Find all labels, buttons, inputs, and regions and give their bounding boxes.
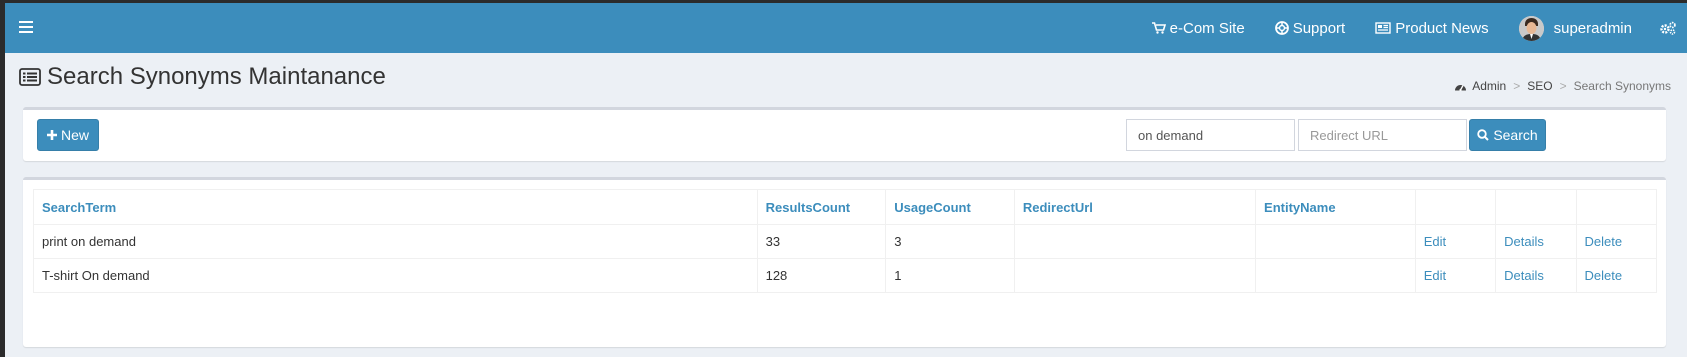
column-header-details — [1495, 189, 1577, 225]
table-header-row: SearchTerm ResultsCount UsageCount Redir… — [33, 189, 1658, 225]
newspaper-icon — [1375, 22, 1391, 34]
column-header-delete — [1575, 189, 1658, 225]
redirect-url-input[interactable] — [1298, 119, 1467, 151]
column-header-redirecturl[interactable]: RedirectUrl — [1013, 189, 1257, 225]
synonyms-table: SearchTerm ResultsCount UsageCount Redir… — [33, 189, 1658, 293]
cell-search-term: print on demand — [33, 224, 758, 259]
sidebar-toggle-icon[interactable] — [19, 21, 33, 33]
nav-support[interactable]: Support — [1260, 3, 1361, 53]
nav-ecom-site-label: e-Com Site — [1169, 19, 1245, 37]
new-button-label: New — [60, 127, 89, 143]
avatar — [1518, 15, 1544, 41]
column-header-searchterm[interactable]: SearchTerm — [33, 189, 758, 225]
life-ring-icon — [1274, 21, 1289, 35]
nav-product-news-label: Product News — [1395, 19, 1489, 37]
breadcrumb-separator: > — [1513, 79, 1521, 93]
plus-icon — [46, 130, 57, 140]
delete-link[interactable]: Delete — [1585, 234, 1623, 249]
cell-edit: Edit — [1414, 224, 1497, 259]
top-navbar: e-Com Site Support Product News superadm… — [5, 3, 1687, 53]
user-menu[interactable]: superadmin — [1504, 3, 1647, 53]
nav-product-news[interactable]: Product News — [1360, 3, 1503, 53]
navbar-right: e-Com Site Support Product News superadm… — [1137, 3, 1687, 53]
table-row: print on demand 33 3 Edit Details Delete — [33, 224, 1658, 259]
cell-details: Details — [1495, 258, 1577, 293]
results-box: SearchTerm ResultsCount UsageCount Redir… — [23, 177, 1666, 347]
cell-results-count: 33 — [756, 224, 887, 259]
cell-entity-name — [1255, 258, 1416, 293]
nav-support-label: Support — [1292, 19, 1346, 37]
column-header-edit — [1414, 189, 1497, 225]
column-header-usagecount[interactable]: UsageCount — [885, 189, 1015, 225]
search-term-input[interactable] — [1126, 119, 1295, 151]
settings-toggle[interactable] — [1647, 3, 1687, 53]
search-icon — [1477, 129, 1490, 141]
cell-delete: Delete — [1575, 224, 1658, 259]
user-name: superadmin — [1553, 19, 1632, 37]
cell-details: Details — [1495, 224, 1577, 259]
breadcrumb-current: Search Synonyms — [1573, 79, 1671, 93]
column-header-entityname[interactable]: EntityName — [1255, 189, 1416, 225]
cell-delete: Delete — [1575, 258, 1658, 293]
cell-usage-count: 3 — [885, 224, 1015, 259]
breadcrumb-separator: > — [1559, 79, 1567, 93]
delete-link[interactable]: Delete — [1585, 268, 1623, 283]
cell-results-count: 128 — [756, 258, 887, 293]
dashboard-icon — [1455, 84, 1467, 91]
search-button[interactable]: Search — [1469, 119, 1546, 151]
table-row: T-shirt On demand 128 1 Edit Details Del… — [33, 258, 1658, 293]
page-title: Search Synonyms Maintanance — [19, 63, 386, 91]
breadcrumb-admin[interactable]: Admin — [1472, 79, 1506, 93]
app-frame: e-Com Site Support Product News superadm… — [5, 3, 1687, 357]
edit-link[interactable]: Edit — [1424, 234, 1446, 249]
toolbar-box: New Search — [23, 107, 1666, 161]
list-alt-icon — [19, 68, 41, 86]
column-header-resultscount[interactable]: ResultsCount — [756, 189, 887, 225]
gears-icon — [1660, 21, 1676, 35]
breadcrumb-seo[interactable]: SEO — [1527, 79, 1552, 93]
cell-edit: Edit — [1414, 258, 1497, 293]
edit-link[interactable]: Edit — [1424, 268, 1446, 283]
details-link[interactable]: Details — [1504, 268, 1544, 283]
cell-redirect-url — [1013, 258, 1257, 293]
cell-usage-count: 1 — [885, 258, 1015, 293]
page-title-text: Search Synonyms Maintanance — [47, 63, 386, 90]
details-link[interactable]: Details — [1504, 234, 1544, 249]
cell-entity-name — [1255, 224, 1416, 259]
new-button[interactable]: New — [37, 119, 99, 151]
cell-search-term: T-shirt On demand — [33, 258, 758, 293]
search-button-label: Search — [1493, 127, 1538, 143]
nav-ecom-site[interactable]: e-Com Site — [1137, 3, 1260, 53]
cell-redirect-url — [1013, 224, 1257, 259]
breadcrumb: Admin > SEO > Search Synonyms — [1454, 79, 1671, 93]
shopping-cart-icon — [1151, 22, 1166, 34]
